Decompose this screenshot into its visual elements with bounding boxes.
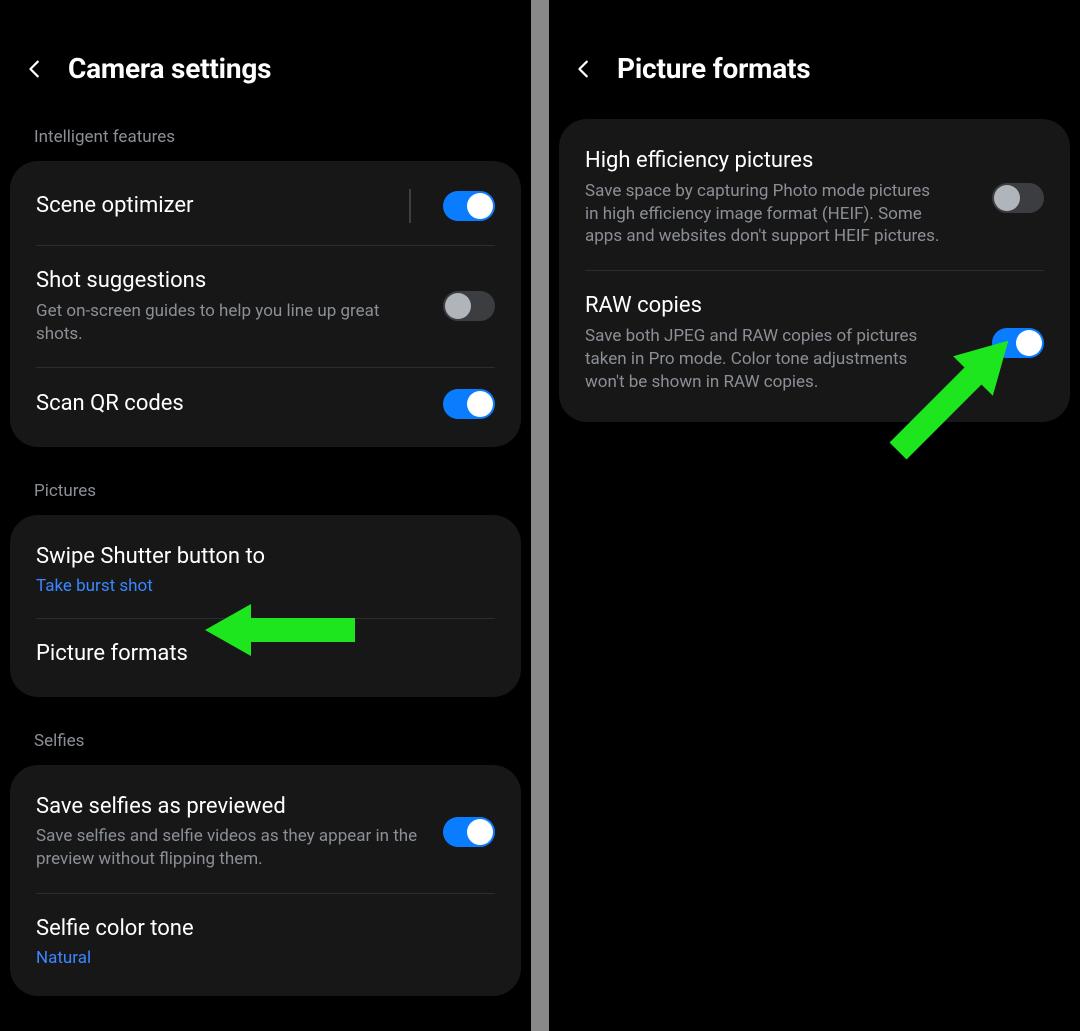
toggle-high-efficiency-pictures[interactable] bbox=[992, 183, 1044, 213]
row-value: Take burst shot bbox=[36, 576, 495, 596]
row-raw-copies[interactable]: RAW copies Save both JPEG and RAW copies… bbox=[559, 270, 1070, 415]
row-selfie-color-tone[interactable]: Selfie color tone Natural bbox=[10, 893, 521, 990]
screen-camera-settings: Camera settings Intelligent features Sce… bbox=[0, 0, 531, 1031]
row-subtitle: Save both JPEG and RAW copies of picture… bbox=[585, 325, 945, 394]
page-title: Picture formats bbox=[617, 52, 810, 85]
page-title: Camera settings bbox=[68, 52, 271, 85]
row-title: Save selfies as previewed bbox=[36, 793, 427, 822]
row-title: Scene optimizer bbox=[36, 192, 393, 221]
card-formats: High efficiency pictures Save space by c… bbox=[559, 119, 1070, 422]
header: Picture formats bbox=[549, 0, 1080, 113]
section-label-videos: Videos bbox=[0, 1016, 531, 1031]
row-title: Selfie color tone bbox=[36, 915, 495, 944]
toggle-shot-suggestions[interactable] bbox=[443, 291, 495, 321]
back-icon[interactable] bbox=[24, 58, 46, 80]
row-value: Natural bbox=[36, 948, 495, 968]
row-title: RAW copies bbox=[585, 292, 976, 321]
toggle-scan-qr[interactable] bbox=[443, 389, 495, 419]
toggle-save-selfies-previewed[interactable] bbox=[443, 817, 495, 847]
row-title: Scan QR codes bbox=[36, 390, 427, 419]
section-label-selfies: Selfies bbox=[0, 717, 531, 765]
row-high-efficiency-pictures[interactable]: High efficiency pictures Save space by c… bbox=[559, 125, 1070, 270]
screen-picture-formats: Picture formats High efficiency pictures… bbox=[549, 0, 1080, 1031]
row-scan-qr[interactable]: Scan QR codes bbox=[10, 367, 521, 441]
row-subtitle: Save space by capturing Photo mode pictu… bbox=[585, 180, 945, 249]
row-swipe-shutter[interactable]: Swipe Shutter button to Take burst shot bbox=[10, 521, 521, 618]
card-intelligent: Scene optimizer Shot suggestions Get on-… bbox=[10, 161, 521, 447]
card-selfies: Save selfies as previewed Save selfies a… bbox=[10, 765, 521, 996]
row-title: Swipe Shutter button to bbox=[36, 543, 495, 572]
toggle-raw-copies[interactable] bbox=[992, 328, 1044, 358]
row-picture-formats[interactable]: Picture formats bbox=[10, 618, 521, 691]
row-subtitle: Save selfies and selfie videos as they a… bbox=[36, 825, 427, 871]
row-title: Picture formats bbox=[36, 640, 495, 669]
row-scene-optimizer[interactable]: Scene optimizer bbox=[10, 167, 521, 245]
toggle-scene-optimizer[interactable] bbox=[443, 191, 495, 221]
row-title: High efficiency pictures bbox=[585, 147, 976, 176]
row-save-selfies-previewed[interactable]: Save selfies as previewed Save selfies a… bbox=[10, 771, 521, 893]
section-label-intelligent: Intelligent features bbox=[0, 113, 531, 161]
row-shot-suggestions[interactable]: Shot suggestions Get on-screen guides to… bbox=[10, 245, 521, 367]
divider-vertical bbox=[409, 189, 411, 223]
section-label-pictures: Pictures bbox=[0, 467, 531, 515]
header: Camera settings bbox=[0, 0, 531, 113]
card-pictures: Swipe Shutter button to Take burst shot … bbox=[10, 515, 521, 696]
back-icon[interactable] bbox=[573, 58, 595, 80]
row-subtitle: Get on-screen guides to help you line up… bbox=[36, 300, 427, 346]
row-title: Shot suggestions bbox=[36, 267, 427, 296]
